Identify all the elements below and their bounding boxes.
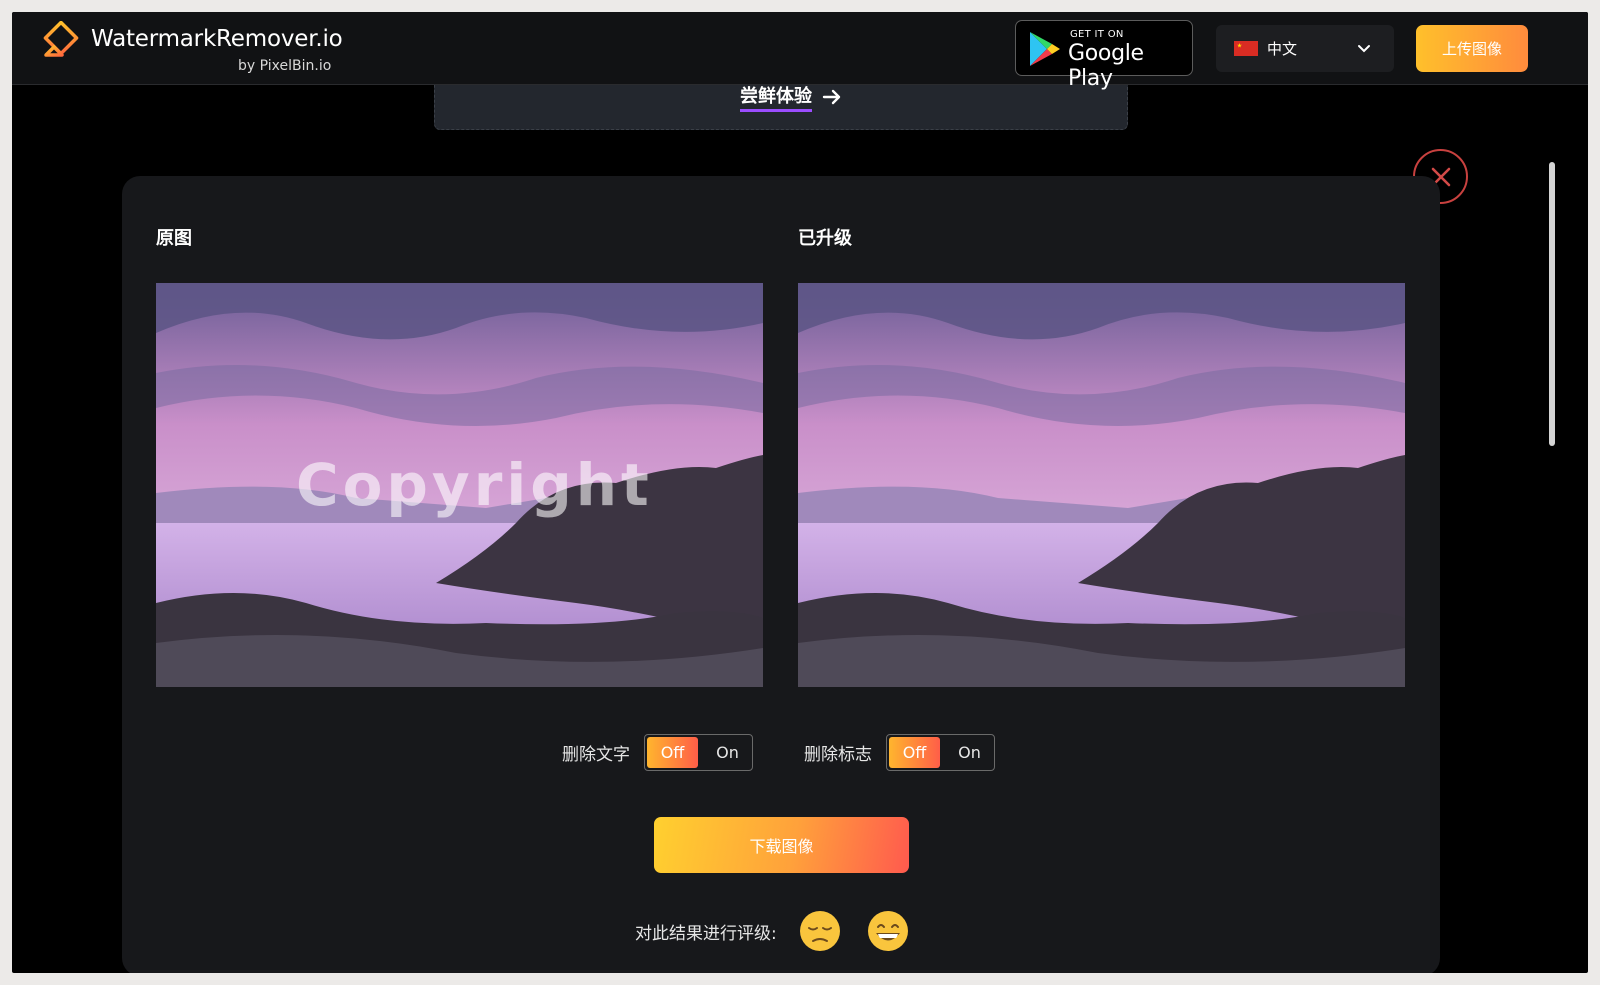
gplay-big-text: Google Play	[1068, 41, 1144, 91]
top-header: WatermarkRemover.io by PixelBin.io GET I…	[12, 12, 1588, 91]
remove-text-option: 删除文字 Off On	[562, 734, 753, 771]
try-link-label: 尝鲜体验	[740, 82, 812, 112]
google-play-icon	[1030, 32, 1060, 66]
rating-row: 对此结果进行评级:	[635, 908, 935, 954]
chevron-down-icon	[1358, 45, 1370, 53]
sad-emoji-icon[interactable]	[799, 910, 841, 952]
logo-subtitle: by PixelBin.io	[238, 58, 332, 74]
eraser-logo-icon	[42, 21, 79, 63]
logo-title: WatermarkRemover.io	[91, 26, 343, 52]
language-selector[interactable]: 中文	[1216, 25, 1394, 72]
original-label: 原图	[156, 228, 192, 249]
language-label: 中文	[1267, 40, 1298, 58]
remove-text-on[interactable]: On	[705, 737, 750, 768]
site-logo[interactable]: WatermarkRemover.io by PixelBin.io	[38, 18, 358, 80]
try-link[interactable]: 尝鲜体验	[740, 82, 842, 112]
result-card: 原图 已升级 Copyright 删除文字 Off On 删除标志 Off On…	[122, 176, 1440, 973]
remove-logo-toggle[interactable]: Off On	[886, 734, 995, 771]
remove-logo-on[interactable]: On	[947, 737, 992, 768]
remove-logo-option: 删除标志 Off On	[804, 734, 995, 771]
watermark-text: Copyright	[296, 451, 653, 519]
original-image: Copyright	[156, 283, 763, 687]
remove-text-off[interactable]: Off	[647, 737, 698, 768]
page-scrollbar[interactable]	[1549, 162, 1555, 446]
upgraded-image	[798, 283, 1405, 687]
upload-image-button[interactable]: 上传图像	[1416, 25, 1528, 72]
remove-text-label: 删除文字	[562, 745, 630, 765]
rating-label: 对此结果进行评级:	[635, 923, 777, 944]
gplay-small-text: GET IT ON	[1070, 29, 1124, 40]
arrow-right-icon	[822, 89, 841, 105]
google-play-badge[interactable]: GET IT ON Google Play	[1015, 20, 1193, 91]
china-flag-icon	[1234, 41, 1258, 56]
browser-window: WatermarkRemover.io by PixelBin.io GET I…	[12, 12, 1588, 973]
remove-logo-off[interactable]: Off	[889, 737, 940, 768]
remove-logo-label: 删除标志	[804, 745, 872, 765]
happy-emoji-icon[interactable]	[867, 910, 909, 952]
remove-text-toggle[interactable]: Off On	[644, 734, 753, 771]
download-image-button[interactable]: 下载图像	[654, 817, 909, 873]
upgraded-label: 已升级	[798, 228, 852, 249]
